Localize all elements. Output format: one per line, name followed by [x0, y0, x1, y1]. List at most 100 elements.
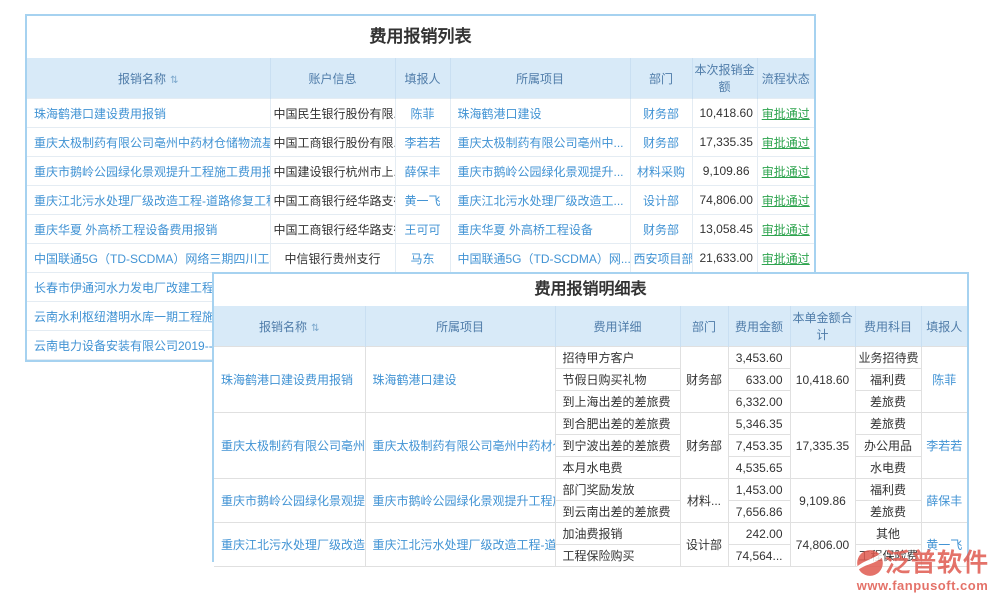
dept-link-cell: 材料采购 — [630, 157, 692, 186]
expense-list-title: 费用报销列表 — [27, 16, 814, 58]
detail-item-cell: 到宁波出差的差旅费 — [555, 435, 680, 457]
project-link-cell: 重庆江北污水处理厂级改造工... — [450, 186, 630, 215]
detail-total-cell: 17,335.35 — [790, 413, 855, 479]
category-text: 业务招待费 — [859, 351, 919, 365]
status-link[interactable]: 审批通过 — [762, 107, 810, 121]
detail-column-header-amount: 费用金额 — [728, 306, 790, 347]
dept-link-cell: 财务部 — [630, 99, 692, 128]
project-link-cell: 重庆华夏 外高桥工程设备 — [450, 215, 630, 244]
column-label: 费用金额 — [735, 320, 783, 334]
filler-link[interactable]: 陈菲 — [932, 373, 956, 387]
account-cell: 中国建设银行杭州市上... — [274, 165, 396, 179]
list-column-header-amount: 本次报销金额 — [692, 58, 757, 99]
detail-category-cell: 福利费 — [855, 369, 921, 391]
dept-link[interactable]: 西安项目部 — [634, 252, 693, 266]
detail-amount-cell: 242.00 — [728, 523, 790, 545]
detail-amount-cell: 6,332.00 — [728, 391, 790, 413]
dept-link[interactable]: 财务部 — [643, 107, 679, 121]
expense-name-link[interactable]: 重庆太极制药有限公司亳州中药材仓储物流基地项... — [34, 136, 270, 150]
detail-column-header-category: 费用科目 — [855, 306, 921, 347]
project-link[interactable]: 重庆江北污水处理厂级改造工... — [458, 194, 624, 208]
fanpu-logo-icon — [856, 549, 884, 577]
detail-category-cell: 福利费 — [855, 479, 921, 501]
expense-detail-text: 到云南出差的差旅费 — [563, 505, 671, 519]
project-link[interactable]: 重庆市鹅岭公园绿化景观提升... — [458, 165, 624, 179]
expense-name-link[interactable]: 中国联通5G（TD-SCDMA）网络三期四川工程费... — [34, 252, 270, 266]
status-link-cell: 审批通过 — [757, 128, 814, 157]
dept-link[interactable]: 财务部 — [643, 136, 679, 150]
list-column-header-name[interactable]: 报销名称 ⇅ — [27, 58, 270, 99]
project-link-cell: 珠海鹤港口建设 — [450, 99, 630, 128]
filler-link[interactable]: 王可可 — [404, 223, 440, 237]
amount-text: 74,564... — [736, 549, 783, 563]
filler-link[interactable]: 马东 — [410, 252, 434, 266]
total-amount-text: 74,806.00 — [796, 538, 849, 552]
status-link[interactable]: 审批通过 — [762, 252, 810, 266]
expense-detail-header-row: 报销名称⇅所属项目费用详细部门费用金额本单金额合计费用科目填报人 — [214, 306, 967, 347]
dept-link[interactable]: 财务部 — [643, 223, 679, 237]
project-link[interactable]: 重庆太极制药有限公司亳州中... — [458, 136, 624, 150]
expense-name-link[interactable]: 珠海鹤港口建设费用报销 — [221, 373, 353, 387]
amount-text: 1,453.00 — [736, 483, 783, 497]
project-link[interactable]: 重庆市鹅岭公园绿化景观提升工程施工 — [373, 494, 556, 508]
column-label: 报销名称 — [118, 72, 166, 86]
detail-column-header-name[interactable]: 报销名称⇅ — [214, 306, 365, 347]
detail-amount-cell: 7,656.86 — [728, 501, 790, 523]
filler-link[interactable]: 黄一飞 — [404, 194, 440, 208]
filler-link[interactable]: 李若若 — [404, 136, 440, 150]
project-link[interactable]: 重庆太极制药有限公司亳州中药材仓储物流 — [373, 439, 556, 453]
expense-detail-title: 费用报销明细表 — [214, 274, 967, 306]
total-amount-text: 10,418.60 — [796, 373, 849, 387]
expense-list-header-row: 报销名称⇅账户信息填报人所属项目部门本次报销金额流程状态 — [27, 58, 814, 99]
account-cell-cell: 中信银行贵州支行 — [270, 244, 395, 273]
project-link-cell: 中国联通5G（TD-SCDMA）网... — [450, 244, 630, 273]
filler-link[interactable]: 薛保丰 — [926, 494, 962, 508]
dept-link[interactable]: 设计部 — [643, 194, 679, 208]
expense-name-link[interactable]: 重庆江北污水处理厂级改造工程-道路修复工程费用... — [34, 194, 270, 208]
detail-category-cell: 差旅费 — [855, 501, 921, 523]
expense-name-link[interactable]: 珠海鹤港口建设费用报销 — [34, 107, 166, 121]
detail-dept-cell: 财务部 — [680, 413, 728, 479]
brand-name: 泛普软件 — [885, 551, 989, 576]
expense-name-link-cell: 重庆江北污水处理厂级改造工程-道路修复工程费用... — [27, 186, 270, 215]
expense-detail-panel: 费用报销明细表 报销名称⇅所属项目费用详细部门费用金额本单金额合计费用科目填报人… — [212, 272, 969, 562]
filler-link[interactable]: 薛保丰 — [404, 165, 440, 179]
project-link[interactable]: 珠海鹤港口建设 — [373, 373, 457, 387]
status-link[interactable]: 审批通过 — [762, 223, 810, 237]
expense-name-link[interactable]: 重庆华夏 外高桥工程设备费用报销 — [34, 223, 217, 237]
status-link-cell: 审批通过 — [757, 99, 814, 128]
amount-text: 7,656.86 — [736, 505, 783, 519]
project-link[interactable]: 重庆华夏 外高桥工程设备 — [458, 223, 593, 237]
detail-category-cell: 其他 — [855, 523, 921, 545]
filler-link[interactable]: 李若若 — [926, 439, 962, 453]
sort-icon[interactable]: ⇅ — [170, 75, 178, 86]
expense-name-link[interactable]: 重庆太极制药有限公司亳州中药材 — [221, 439, 365, 453]
amount-text: 6,332.00 — [736, 395, 783, 409]
account-cell-cell: 中国工商银行股份有限... — [270, 128, 395, 157]
status-link[interactable]: 审批通过 — [762, 165, 810, 179]
status-link[interactable]: 审批通过 — [762, 194, 810, 208]
expense-name-link[interactable]: 重庆市鹅岭公园绿化景观提升工程施工费用报销 — [34, 165, 270, 179]
sort-icon[interactable]: ⇅ — [311, 323, 319, 334]
list-table-row: 重庆华夏 外高桥工程设备费用报销中国工商银行经华路支行王可可重庆华夏 外高桥工程… — [27, 215, 814, 244]
dept-text: 财务部 — [686, 373, 722, 387]
dept-link[interactable]: 材料采购 — [637, 165, 685, 179]
project-link[interactable]: 中国联通5G（TD-SCDMA）网... — [458, 252, 631, 266]
amount-cell: 21,633.00 — [700, 251, 753, 265]
category-text: 差旅费 — [870, 505, 906, 519]
detail-total-cell: 9,109.86 — [790, 479, 855, 523]
expense-name-link[interactable]: 重庆市鹅岭公园绿化景观提升工程 — [221, 494, 365, 508]
filler-link[interactable]: 陈菲 — [410, 107, 434, 121]
detail-amount-cell: 1,453.00 — [728, 479, 790, 501]
detail-table-row: 珠海鹤港口建设费用报销珠海鹤港口建设招待甲方客户财务部3,453.6010,41… — [214, 347, 967, 369]
detail-name-cell: 重庆江北污水处理厂级改造工程- — [214, 523, 365, 567]
expense-name-link[interactable]: 重庆江北污水处理厂级改造工程- — [221, 538, 365, 552]
amount-cell-cell: 10,418.60 — [692, 99, 757, 128]
filler-link-cell: 王可可 — [395, 215, 450, 244]
expense-name-link-cell: 重庆华夏 外高桥工程设备费用报销 — [27, 215, 270, 244]
status-link[interactable]: 审批通过 — [762, 136, 810, 150]
project-link[interactable]: 珠海鹤港口建设 — [458, 107, 542, 121]
project-link[interactable]: 重庆江北污水处理厂级改造工程-道路修复工 — [373, 538, 556, 552]
amount-text: 3,453.60 — [736, 351, 783, 365]
detail-filler-cell: 陈菲 — [921, 347, 967, 413]
